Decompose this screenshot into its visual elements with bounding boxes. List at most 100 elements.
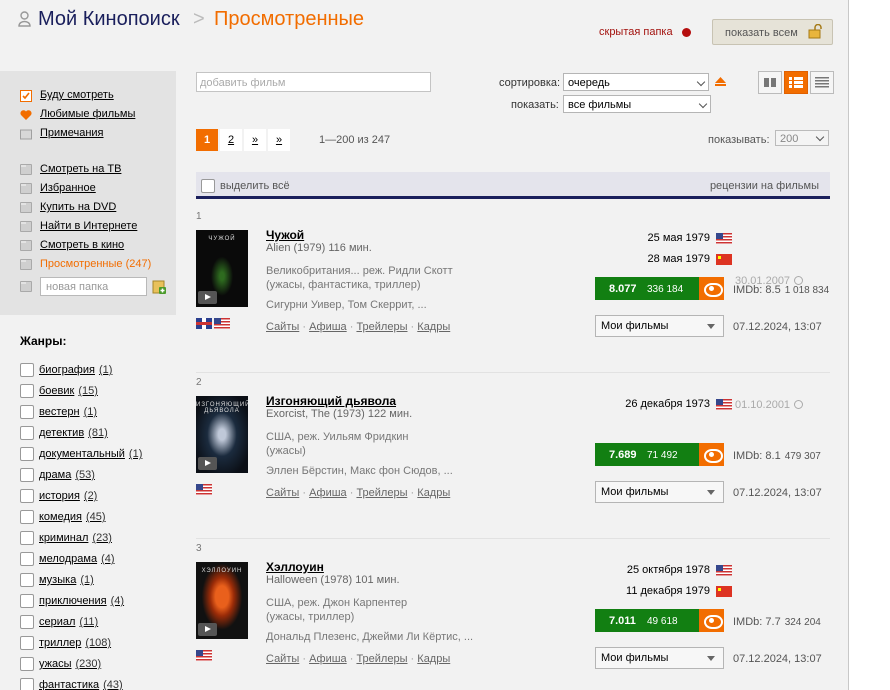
watched-eye-icon[interactable] — [699, 277, 724, 300]
play-trailer-icon[interactable] — [198, 291, 217, 304]
genre-checkbox[interactable] — [20, 594, 34, 608]
film-title-link[interactable]: Чужой — [266, 228, 304, 242]
film-link[interactable]: Афиша — [309, 653, 347, 665]
sort-direction-icon[interactable] — [715, 77, 726, 86]
film-poster[interactable]: ИЗГОНЯЮЩИЙ ДЬЯВОЛА — [196, 396, 248, 473]
film-info: Великобритания... реж. Ридли Скотт (ужасы… — [266, 264, 453, 292]
genre-link[interactable]: фантастика (43) — [39, 679, 123, 690]
genre-link[interactable]: детектив (81) — [39, 427, 108, 439]
genre-link[interactable]: история (2) — [39, 490, 97, 502]
film-link[interactable]: Кадры — [417, 487, 450, 499]
new-folder-input[interactable]: новая папка — [40, 277, 147, 296]
add-folder-icon[interactable] — [152, 278, 167, 295]
film-title-link[interactable]: Изгоняющий дьявола — [266, 394, 396, 408]
film-link[interactable]: Сайты — [266, 321, 299, 333]
detailed-list-view-button[interactable] — [784, 71, 808, 94]
compact-list-view-button[interactable] — [810, 71, 834, 94]
sidebar-folder-label[interactable]: Просмотренные (247) — [40, 258, 151, 270]
genre-link[interactable]: биография (1) — [39, 364, 112, 376]
genre-link[interactable]: сериал (11) — [39, 616, 98, 628]
sort-select[interactable]: очередь — [563, 73, 709, 91]
play-trailer-icon[interactable] — [198, 457, 217, 470]
play-trailer-icon[interactable] — [198, 623, 217, 636]
genre-checkbox[interactable] — [20, 510, 34, 524]
film-poster[interactable]: ХЭЛЛОУИН — [196, 562, 248, 639]
genre-link[interactable]: приключения (4) — [39, 595, 124, 607]
genre-checkbox[interactable] — [20, 426, 34, 440]
film-link[interactable]: Кадры — [417, 321, 450, 333]
film-poster[interactable]: ЧУЖОЙ — [196, 230, 248, 307]
page-1-current[interactable]: 1 — [196, 129, 218, 151]
dropdown-arrow-icon — [707, 656, 715, 661]
show-to-all-button[interactable]: показать всем — [712, 19, 833, 45]
genre-checkbox[interactable] — [20, 405, 34, 419]
sidebar-item-label[interactable]: Любимые фильмы — [40, 108, 135, 120]
film-link[interactable]: Сайты — [266, 487, 299, 499]
per-page-select[interactable]: 200 — [775, 130, 829, 146]
genre-link[interactable]: мелодрама (4) — [39, 553, 115, 565]
genre-checkbox[interactable] — [20, 615, 34, 629]
film-link[interactable]: Афиша — [309, 321, 347, 333]
added-date: 07.12.2024, 13:07 — [733, 653, 822, 665]
my-films-select[interactable]: Мои фильмы — [595, 315, 724, 337]
watched-eye-icon[interactable] — [699, 443, 724, 466]
genre-link[interactable]: ужасы (230) — [39, 658, 101, 670]
unlock-icon — [808, 24, 822, 39]
film-link[interactable]: Трейлеры — [356, 487, 407, 499]
genre-count: (81) — [88, 427, 108, 439]
page-2-link[interactable]: 2 — [220, 129, 242, 151]
genre-link[interactable]: драма (53) — [39, 469, 95, 481]
two-column-view-button[interactable] — [758, 71, 782, 94]
genre-link[interactable]: вестерн (1) — [39, 406, 97, 418]
genre-checkbox[interactable] — [20, 447, 34, 461]
genre-link[interactable]: документальный (1) — [39, 448, 142, 460]
genre-link[interactable]: боевик (15) — [39, 385, 98, 397]
film-link[interactable]: Кадры — [417, 653, 450, 665]
film-title-link[interactable]: Хэллоуин — [266, 560, 324, 574]
my-kinopoisk-link[interactable]: Мой Кинопоиск — [38, 8, 180, 31]
genre-checkbox[interactable] — [20, 573, 34, 587]
genre-checkbox[interactable] — [20, 489, 34, 503]
sidebar-folder-label[interactable]: Смотреть в кино — [40, 239, 124, 251]
genre-checkbox[interactable] — [20, 531, 34, 545]
genre-checkbox[interactable] — [20, 384, 34, 398]
film-reviews-link[interactable]: рецензии на фильмы — [710, 180, 819, 192]
my-films-select[interactable]: Мои фильмы — [595, 647, 724, 669]
show-filter-select[interactable]: все фильмы — [563, 95, 711, 113]
poster-title-text: ХЭЛЛОУИН — [201, 568, 243, 574]
sidebar-item-label[interactable]: Буду смотреть — [40, 89, 114, 101]
last-page-link[interactable]: » — [268, 129, 290, 151]
film-link[interactable]: Сайты — [266, 653, 299, 665]
film-link[interactable]: Афиша — [309, 487, 347, 499]
my-films-select[interactable]: Мои фильмы — [595, 481, 724, 503]
genre-link[interactable]: комедия (45) — [39, 511, 106, 523]
genre-checkbox[interactable] — [20, 678, 34, 690]
genre-checkbox[interactable] — [20, 552, 34, 566]
flag-cn-icon — [716, 586, 732, 597]
film-link[interactable]: Трейлеры — [356, 321, 407, 333]
per-page-value: 200 — [780, 133, 799, 145]
genre-link[interactable]: музыка (1) — [39, 574, 94, 586]
clock-icon — [794, 276, 804, 285]
genre-link[interactable]: криминал (23) — [39, 532, 112, 544]
watched-eye-icon[interactable] — [699, 609, 724, 632]
genre-checkbox[interactable] — [20, 468, 34, 482]
sidebar-folder-label[interactable]: Купить на DVD — [40, 201, 116, 213]
select-all-checkbox[interactable] — [201, 179, 215, 193]
link-separator: · — [346, 321, 357, 333]
add-film-input[interactable]: добавить фильм — [196, 72, 431, 92]
kinopoisk-rating: 8.077 336 184 — [595, 277, 724, 300]
genre-checkbox[interactable] — [20, 657, 34, 671]
sidebar-folder-label[interactable]: Смотреть на ТВ — [40, 163, 121, 175]
genre-link[interactable]: триллер (108) — [39, 637, 111, 649]
genre-checkbox[interactable] — [20, 636, 34, 650]
genre-checkbox[interactable] — [20, 363, 34, 377]
next-page-link[interactable]: » — [244, 129, 266, 151]
genre-count: (11) — [79, 616, 99, 628]
select-all-label[interactable]: выделить всё — [220, 180, 290, 192]
page: Мой Кинопоиск > Просмотренные скрытая па… — [0, 0, 849, 690]
sidebar-item-label[interactable]: Примечания — [40, 127, 104, 139]
sidebar-folder-label[interactable]: Найти в Интернете — [40, 220, 137, 232]
sidebar-folder-label[interactable]: Избранное — [40, 182, 96, 194]
film-link[interactable]: Трейлеры — [356, 653, 407, 665]
